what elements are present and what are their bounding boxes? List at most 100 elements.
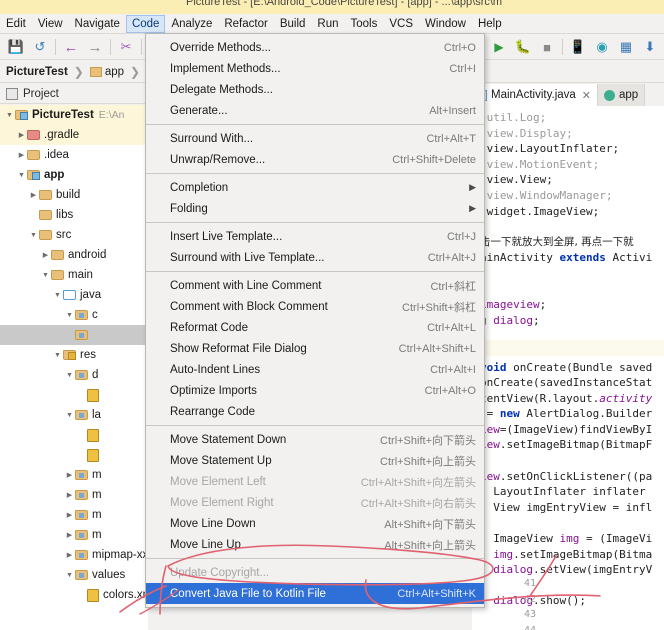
sdk-manager-icon[interactable]: ◉ <box>591 36 613 58</box>
menu-item-help[interactable]: Help <box>472 15 508 33</box>
chevron-right-icon[interactable]: ▶ <box>16 131 27 139</box>
menu-item-view[interactable]: View <box>32 15 69 33</box>
download-icon[interactable]: ⬇ <box>639 36 661 58</box>
tree-row[interactable]: ▼ app <box>0 165 148 185</box>
run-icon[interactable]: ▶ <box>488 36 510 58</box>
code-editor[interactable]: .util.Log; .view.Display; .view.LayoutInfl… <box>472 106 664 630</box>
menu-item-code[interactable]: Code <box>125 14 166 33</box>
menu-item-insert-live-template---[interactable]: Insert Live Template... Ctrl+J <box>146 226 484 247</box>
menu-item-completion[interactable]: Completion ▶ <box>146 177 484 198</box>
layout-inspector-icon[interactable]: ▦ <box>615 36 637 58</box>
breadcrumb-item-picturetest[interactable]: PictureTest <box>0 62 74 82</box>
menu-item-auto-indent-lines[interactable]: Auto-Indent Lines Ctrl+Alt+I <box>146 359 484 380</box>
tree-row[interactable]: ▼ values <box>0 565 148 585</box>
cut-icon[interactable]: ✂ <box>115 36 137 58</box>
menu-item-show-reformat-file-dialog[interactable]: Show Reformat File Dialog Ctrl+Alt+Shift+… <box>146 338 484 359</box>
tree-row[interactable]: ▼ la <box>0 405 148 425</box>
menu-item-comment-with-block-comment[interactable]: Comment with Block Comment Ctrl+Shift+斜杠 <box>146 296 484 317</box>
menu-item-build[interactable]: Build <box>274 15 312 33</box>
tree-row[interactable]: ▶ m <box>0 505 148 525</box>
chevron-down-icon[interactable]: ▼ <box>64 412 75 419</box>
menu-item-window[interactable]: Window <box>419 15 472 33</box>
tree-row[interactable] <box>0 325 148 345</box>
tree-row[interactable]: ▼ d <box>0 365 148 385</box>
menu-item-edit[interactable]: Edit <box>0 15 32 33</box>
tree-row[interactable] <box>0 445 148 465</box>
save-icon[interactable]: 💾 <box>5 36 27 58</box>
tree-row[interactable]: colors.xml <box>0 585 148 605</box>
menu-item-surround-with-live-template---[interactable]: Surround with Live Template... Ctrl+Alt+J <box>146 247 484 268</box>
menu-item-refactor[interactable]: Refactor <box>218 15 273 33</box>
chevron-right-icon[interactable]: ▶ <box>64 511 75 519</box>
editor-tab-app[interactable]: app <box>598 84 646 106</box>
code-text[interactable]: .util.Log; .view.Display; .view.LayoutInfl… <box>480 110 652 630</box>
menu-item-analyze[interactable]: Analyze <box>165 15 218 33</box>
menu-item-tools[interactable]: Tools <box>345 15 384 33</box>
chevron-down-icon[interactable]: ▼ <box>64 572 75 579</box>
tree-row[interactable]: ▼ res <box>0 345 148 365</box>
menu-item-unwrap-remove---[interactable]: Unwrap/Remove... Ctrl+Shift+Delete <box>146 149 484 170</box>
menu-item-move-statement-down[interactable]: Move Statement Down Ctrl+Shift+向下箭头 <box>146 429 484 450</box>
tree-row[interactable]: ▶ mipmap-xxxhdpi <box>0 545 148 565</box>
chevron-right-icon[interactable]: ▶ <box>64 471 75 479</box>
menu-item-move-statement-up[interactable]: Move Statement Up Ctrl+Shift+向上箭头 <box>146 450 484 471</box>
menu-item-move-line-down[interactable]: Move Line Down Alt+Shift+向下箭头 <box>146 513 484 534</box>
menu-item-surround-with---[interactable]: Surround With... Ctrl+Alt+T <box>146 128 484 149</box>
tree-row[interactable]: ▶ .gradle <box>0 125 148 145</box>
menu-item-override-methods---[interactable]: Override Methods... Ctrl+O <box>146 37 484 58</box>
chevron-right-icon[interactable]: ▶ <box>64 551 75 559</box>
tree-row[interactable]: ▼ java <box>0 285 148 305</box>
chevron-right-icon[interactable]: ▶ <box>16 151 27 159</box>
tree-row[interactable]: ▶ m <box>0 525 148 545</box>
menu-item-delegate-methods---[interactable]: Delegate Methods... <box>146 79 484 100</box>
tree-row[interactable]: ▶ m <box>0 465 148 485</box>
menu-item-navigate[interactable]: Navigate <box>69 15 126 33</box>
breadcrumb-item-app[interactable]: app <box>84 62 130 82</box>
menu-item-reformat-code[interactable]: Reformat Code Ctrl+Alt+L <box>146 317 484 338</box>
menu-item-rearrange-code[interactable]: Rearrange Code <box>146 401 484 422</box>
project-tool-window-header[interactable]: Project <box>0 84 148 104</box>
tree-row[interactable]: ▼ main <box>0 265 148 285</box>
chevron-right-icon[interactable]: ▶ <box>64 491 75 499</box>
menu-item-optimize-imports[interactable]: Optimize Imports Ctrl+Alt+O <box>146 380 484 401</box>
menu-item-vcs[interactable]: VCS <box>383 15 419 33</box>
menu-item-generate---[interactable]: Generate... Alt+Insert <box>146 100 484 121</box>
menu-item-move-line-up[interactable]: Move Line Up Alt+Shift+向上箭头 <box>146 534 484 555</box>
menu-item-convert-java-file-to-kotlin-file[interactable]: Convert Java File to Kotlin File Ctrl+Alt… <box>146 583 484 604</box>
tree-row[interactable]: ▶ m <box>0 485 148 505</box>
tree-row[interactable]: libs <box>0 205 148 225</box>
tree-row[interactable]: ▼ c <box>0 305 148 325</box>
chevron-down-icon[interactable]: ▼ <box>52 352 63 359</box>
debug-icon[interactable]: 🐛 <box>512 36 534 58</box>
tree-row[interactable] <box>0 385 148 405</box>
chevron-down-icon[interactable]: ▼ <box>40 272 51 279</box>
chevron-down-icon[interactable]: ▼ <box>4 112 15 119</box>
chevron-right-icon[interactable]: ▶ <box>40 251 51 259</box>
project-tree[interactable]: ▼ PictureTest E:\An ▶ .gradle ▶ .idea ▼ app ▶ buil… <box>0 105 148 630</box>
menu-item-implement-methods---[interactable]: Implement Methods... Ctrl+I <box>146 58 484 79</box>
chevron-down-icon[interactable]: ▼ <box>64 312 75 319</box>
tree-row[interactable]: ▶ android <box>0 245 148 265</box>
menu-item-comment-with-line-comment[interactable]: Comment with Line Comment Ctrl+斜杠 <box>146 275 484 296</box>
sync-icon[interactable]: ↺ <box>29 36 51 58</box>
stop-icon[interactable]: ■ <box>536 36 558 58</box>
chevron-right-icon[interactable]: ▶ <box>28 191 39 199</box>
chevron-down-icon[interactable]: ▼ <box>64 372 75 379</box>
code-menu-dropdown[interactable]: Override Methods... Ctrl+O Implement Metho… <box>145 33 485 608</box>
tree-row[interactable]: ▶ .idea <box>0 145 148 165</box>
chevron-right-icon[interactable]: ▶ <box>64 531 75 539</box>
chevron-down-icon[interactable]: ▼ <box>16 172 27 179</box>
close-icon[interactable]: ✕ <box>582 89 591 102</box>
tree-row[interactable]: ▼ PictureTest E:\An <box>0 105 148 125</box>
redo-icon[interactable]: → <box>84 36 106 58</box>
tree-row[interactable]: ▶ build <box>0 185 148 205</box>
editor-tab-mainactivity-java[interactable]: MainActivity.java ✕ <box>472 84 599 106</box>
undo-icon[interactable]: ← <box>60 36 82 58</box>
tree-row[interactable]: ▼ src <box>0 225 148 245</box>
chevron-down-icon[interactable]: ▼ <box>52 292 63 299</box>
menu-item-run[interactable]: Run <box>311 15 344 33</box>
tree-row[interactable] <box>0 425 148 445</box>
menu-item-folding[interactable]: Folding ▶ <box>146 198 484 219</box>
avd-manager-icon[interactable]: 📱 <box>567 36 589 58</box>
chevron-down-icon[interactable]: ▼ <box>28 232 39 239</box>
